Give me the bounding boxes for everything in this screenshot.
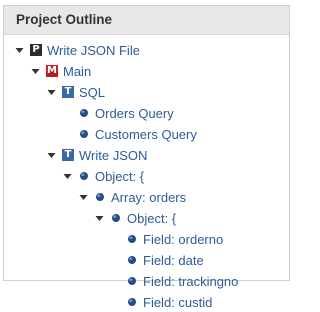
expand-toggle-icon[interactable] (30, 66, 41, 77)
expand-toggle-icon[interactable] (94, 213, 105, 224)
project-icon: P (30, 44, 42, 56)
toggle-spacer (110, 297, 121, 308)
tree-item-label[interactable]: Write JSON File (47, 43, 140, 58)
expand-toggle-icon[interactable] (46, 150, 57, 161)
node-dot-icon (78, 129, 89, 140)
node-dot-icon (78, 171, 89, 182)
project-outline-panel: Project Outline P Write JSON File M Main T SQ… (3, 5, 290, 310)
tree-item-label[interactable]: Object: { (95, 169, 144, 184)
toggle-spacer (110, 255, 121, 266)
expand-toggle-icon[interactable] (46, 87, 57, 98)
tree-item-label[interactable]: Object: { (127, 211, 176, 226)
tree-item[interactable]: T Write JSON (46, 145, 147, 165)
tree-item[interactable]: Field: orderno (110, 229, 223, 249)
tree-item[interactable]: T SQL (46, 82, 105, 102)
tree-item-label[interactable]: Customers Query (95, 127, 197, 142)
tree-item-label[interactable]: Array: orders (111, 190, 186, 205)
tree-item-label[interactable]: Field: trackingno (143, 274, 238, 289)
toggle-spacer (110, 234, 121, 245)
tree-item-label[interactable]: Field: orderno (143, 232, 223, 247)
tree-item[interactable]: Customers Query (62, 124, 197, 144)
node-dot-icon (126, 234, 137, 245)
tree-item-label[interactable]: Orders Query (95, 106, 174, 121)
node-dot-icon (126, 255, 137, 266)
tree-item[interactable]: Field: date (110, 250, 204, 270)
tree-item[interactable]: M Main (30, 61, 91, 81)
tree-item[interactable]: Field: trackingno (110, 271, 238, 291)
toggle-spacer (62, 129, 73, 140)
tree-item-label[interactable]: Field: custid (143, 295, 212, 310)
task-icon: T (62, 149, 74, 161)
node-dot-icon (94, 192, 105, 203)
expand-toggle-icon[interactable] (78, 192, 89, 203)
tree-item[interactable]: Orders Query (62, 103, 174, 123)
tree-item[interactable]: Object: { (62, 166, 144, 186)
node-dot-icon (78, 108, 89, 119)
node-dot-icon (126, 297, 137, 308)
tree-item-label[interactable]: Write JSON (79, 148, 147, 163)
tree-item[interactable]: Field: custid (110, 292, 212, 312)
expand-toggle-icon[interactable] (62, 171, 73, 182)
tree-item-label[interactable]: SQL (79, 85, 105, 100)
task-icon: T (62, 86, 74, 98)
tree-item[interactable]: Array: orders (78, 187, 186, 207)
tree-item[interactable]: Object: { (94, 208, 176, 228)
module-icon: M (46, 65, 58, 77)
panel-title: Project Outline (4, 6, 289, 35)
tree-item-label[interactable]: Field: date (143, 253, 204, 268)
tree-item-label[interactable]: Main (63, 64, 91, 79)
expand-toggle-icon[interactable] (14, 45, 25, 56)
node-dot-icon (110, 213, 121, 224)
tree-item[interactable]: P Write JSON File (14, 40, 140, 60)
toggle-spacer (62, 108, 73, 119)
